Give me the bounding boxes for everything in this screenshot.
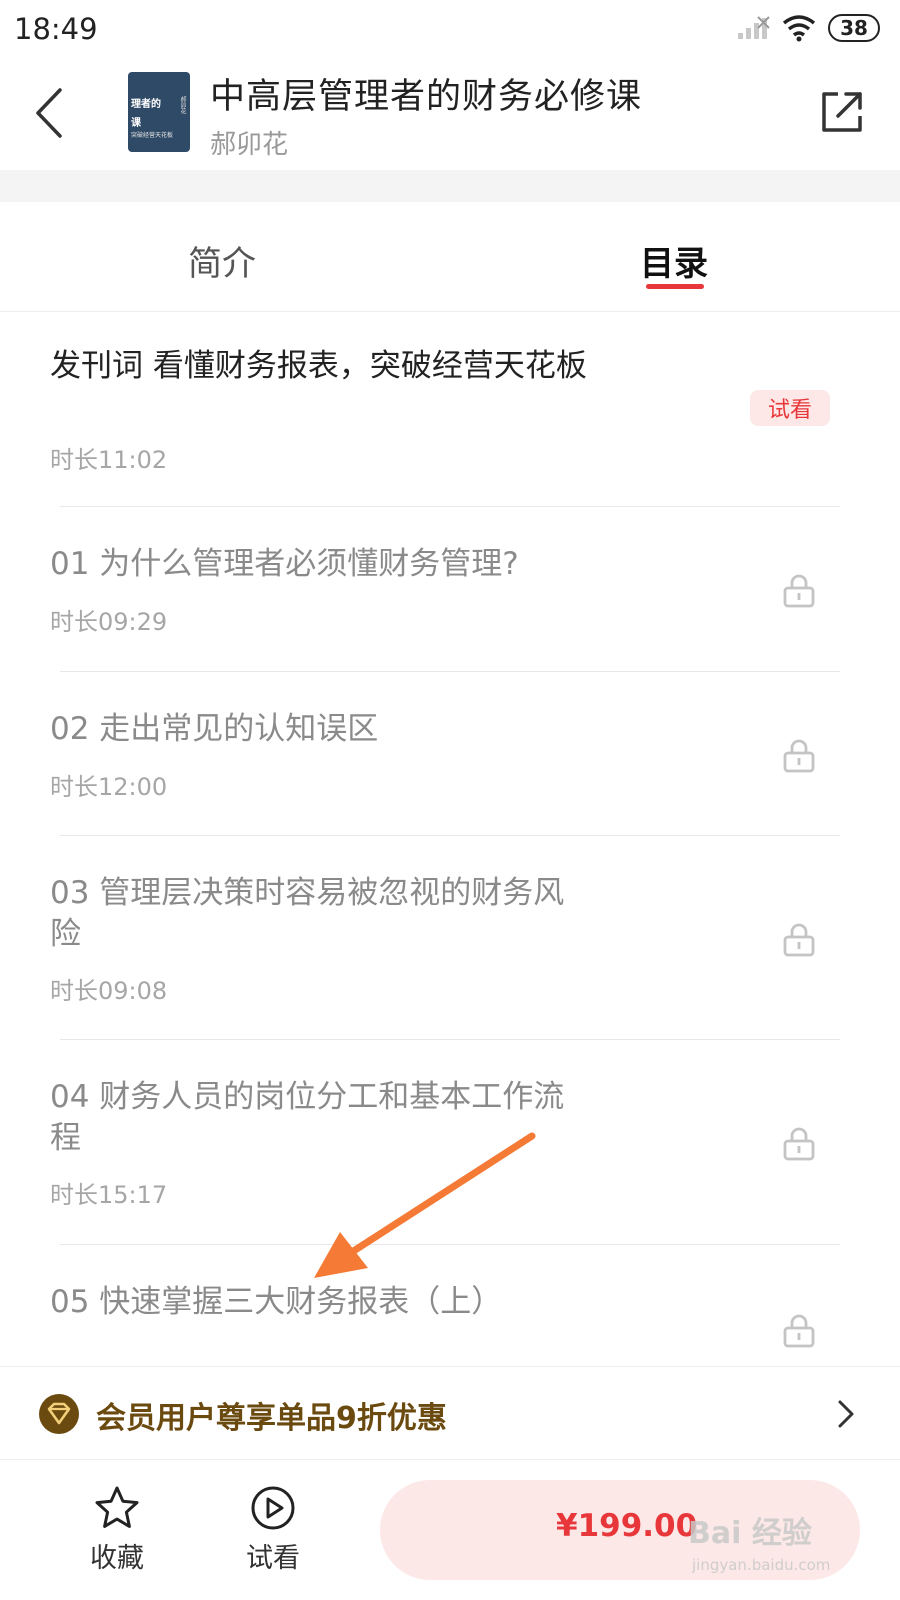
lesson-item[interactable]: 02 走出常见的认知误区 时长12:00 [0,673,900,837]
tab-intro[interactable]: 简介 [188,236,256,285]
favorite-button[interactable]: 收藏 [72,1484,162,1575]
share-icon[interactable] [818,88,866,136]
lock-icon [783,739,815,773]
lesson-item[interactable]: 03 管理层决策时容易被忽视的财务风险 时长09:08 [0,837,900,1041]
cover-author: 郝卯花 [179,96,186,114]
lock-icon [783,574,815,608]
tab-bar: 简介 目录 [0,202,900,312]
lesson-item[interactable]: 05 快速掌握三大财务报表（上） [0,1246,900,1366]
cover-title-line1: 理者的 [131,99,161,110]
divider [60,1039,840,1040]
star-icon [95,1486,139,1528]
status-icons: 38 [736,14,880,42]
active-tab-indicator [646,284,704,289]
back-arrow-icon[interactable] [30,84,70,142]
trial-label: 试看 [246,1543,300,1574]
lock-icon [783,923,815,957]
lesson-item[interactable]: 04 财务人员的岗位分工和基本工作流程 时长15:17 [0,1041,900,1246]
section-divider [0,170,900,202]
divider [60,671,840,672]
play-circle-icon [251,1486,295,1530]
lesson-duration: 时长09:29 [50,608,168,636]
trial-badge: 试看 [750,390,830,426]
lesson-item[interactable]: 01 为什么管理者必须懂财务管理? 时长09:29 [0,508,900,673]
lesson-title: 03 管理层决策时容易被忽视的财务风险 [50,875,565,952]
battery-icon: 38 [828,14,880,42]
course-header: 理者的 课 突破经营天花板 郝卯花 中高层管理者的财务必修课 郝卯花 [0,62,900,170]
lesson-duration: 时长15:17 [50,1181,168,1209]
tab-catalog[interactable]: 目录 [640,236,708,285]
lesson-title: 发刊词 看懂财务报表，突破经营天花板 [50,348,587,384]
course-cover-image: 理者的 课 突破经营天花板 郝卯花 [128,72,190,152]
price-label: ¥199.00 [556,1508,698,1544]
signal-icon [738,16,770,39]
divider [60,1244,840,1245]
lock-icon [783,1314,815,1348]
lesson-title: 05 快速掌握三大财务报表（上） [50,1284,503,1320]
lesson-duration: 时长09:08 [50,977,168,1005]
bottom-action-bar: 收藏 试看 ¥199.00 [0,1460,900,1600]
favorite-label: 收藏 [90,1543,144,1574]
status-time: 18:49 [14,12,98,46]
divider [60,506,840,507]
cover-title-line2: 课 [131,118,141,129]
course-author: 郝卯花 [210,130,289,160]
cover-subtitle: 突破经营天花板 [131,132,174,139]
buy-button[interactable]: ¥199.00 [380,1480,860,1580]
status-bar: 18:49 38 [0,0,900,62]
member-promo-text: 会员用户尊享单品9折优惠 [96,1401,447,1436]
lesson-title: 02 走出常见的认知误区 [50,711,379,747]
course-title: 中高层管理者的财务必修课 [210,77,643,117]
chevron-right-icon [838,1400,854,1428]
lesson-list: 发刊词 看懂财务报表，突破经营天花板 时长11:02 试看 01 为什么管理者必… [0,312,900,1366]
lesson-title: 04 财务人员的岗位分工和基本工作流程 [50,1079,565,1156]
trial-button[interactable]: 试看 [228,1484,318,1575]
wifi-icon [782,15,816,42]
divider [60,835,840,836]
member-promo-bar[interactable]: 会员用户尊享单品9折优惠 [0,1366,900,1460]
lesson-duration: 时长12:00 [50,773,168,801]
lesson-duration: 时长11:02 [50,446,168,474]
lesson-title: 01 为什么管理者必须懂财务管理? [50,546,519,582]
member-diamond-icon [39,1394,79,1434]
lesson-item[interactable]: 发刊词 看懂财务报表，突破经营天花板 时长11:02 试看 [0,312,900,508]
lock-icon [783,1127,815,1161]
battery-level: 38 [840,16,868,40]
